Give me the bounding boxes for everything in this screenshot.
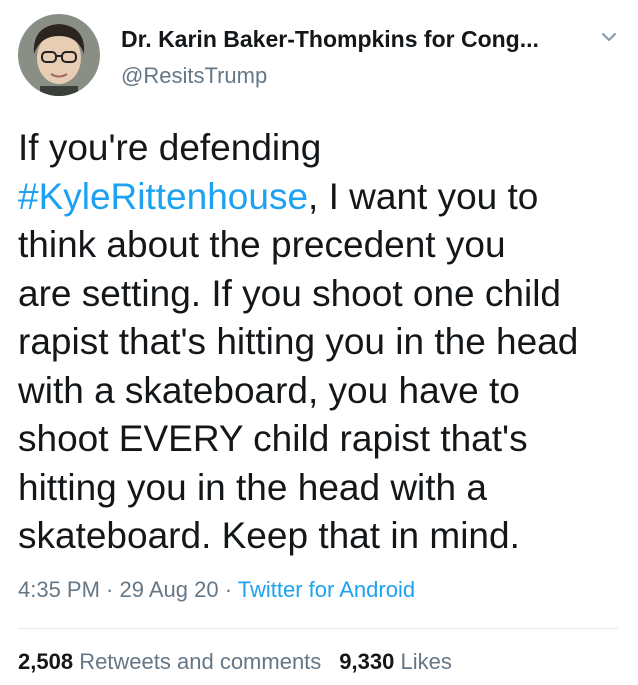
hashtag-link[interactable]: #KyleRittenhouse [18,176,308,217]
tweet-line: think about the precedent you [18,224,506,265]
meta-separator: · [99,577,120,602]
tweet-line: If you're defending [18,127,322,168]
avatar-image [18,14,100,96]
tweet-text: If you're defending #KyleRittenhouse, I … [18,124,630,561]
likes-count: 9,330 [339,649,395,674]
tweet-line-text: , I want you to [308,175,539,217]
tweet-line: are setting. If you shoot one child [18,272,562,314]
chevron-down-icon[interactable] [600,30,618,44]
tweet-line: rapist that's hitting you in the head [18,321,579,362]
divider [18,628,618,629]
tweet-line: hitting you in the head with a [18,466,487,508]
meta-separator: · [218,577,238,602]
avatar[interactable] [18,14,100,96]
tweet-line: shoot EVERY child rapist that's [18,418,528,459]
tweet-date[interactable]: 29 Aug 20 [120,577,219,602]
tweet-source-link[interactable]: Twitter for Android [238,577,415,602]
tweet-card: Dr. Karin Baker-Thompkins for Cong... @R… [0,0,638,685]
tweet-line: skateboard. Keep that in mind. [18,515,520,556]
tweet-stats: 2,508 Retweets and comments 9,330 Likes [18,649,452,675]
retweets-stat[interactable]: 2,508 Retweets and comments [18,649,321,674]
likes-stat[interactable]: 9,330 Likes [339,649,452,674]
retweets-label: Retweets and comments [79,649,322,674]
retweets-count: 2,508 [18,649,74,674]
tweet-meta: 4:35 PM · 29 Aug 20 · Twitter for Androi… [18,577,415,603]
tweet-time[interactable]: 4:35 PM [18,577,100,602]
tweet-line: with a skateboard, you have to [18,369,520,411]
tweet-line: #KyleRittenhouse, I want you to [18,173,630,222]
author-display-name[interactable]: Dr. Karin Baker-Thompkins for Cong... [121,26,539,53]
likes-label: Likes [400,649,452,674]
author-handle[interactable]: @ResitsTrump [121,63,267,89]
